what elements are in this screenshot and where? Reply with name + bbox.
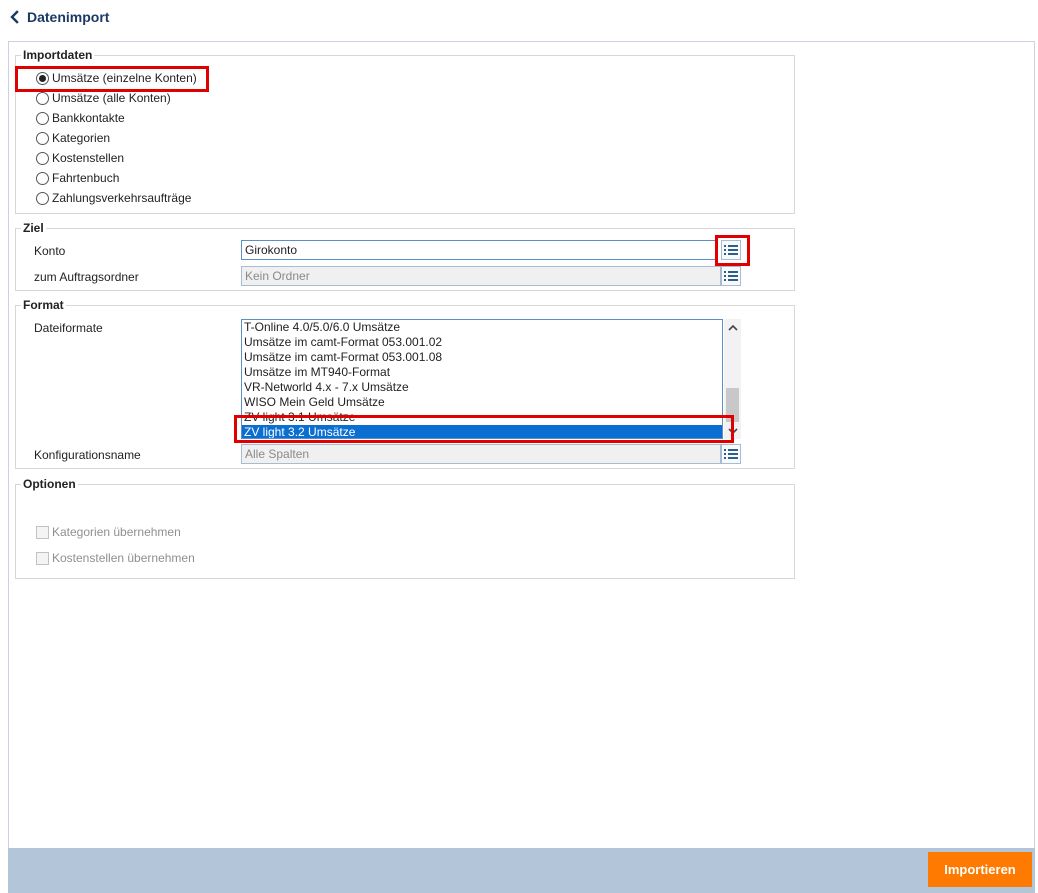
radio-label: Fahrtenbuch xyxy=(52,171,120,185)
kostenstellen-uebernehmen-checkbox-row[interactable]: Kostenstellen übernehmen xyxy=(36,549,195,567)
konfigurationsname-input[interactable]: Alle Spalten xyxy=(241,444,721,464)
import-button[interactable]: Importieren xyxy=(928,852,1032,887)
back-button[interactable]: Datenimport xyxy=(8,7,109,27)
list-item[interactable]: Umsätze im MT940-Format xyxy=(242,365,722,380)
konto-label: Konto xyxy=(34,244,66,258)
konfigurationsname-picker-button[interactable] xyxy=(721,444,741,464)
list-icon xyxy=(724,271,738,281)
auftragsordner-input[interactable]: Kein Ordner xyxy=(241,266,721,286)
dateiformate-listbox[interactable]: T-Online 4.0/5.0/6.0 Umsätze Umsätze im … xyxy=(241,319,723,439)
radio-label: Zahlungsverkehrsaufträge xyxy=(52,191,192,205)
scroll-up-button[interactable] xyxy=(724,319,741,336)
list-item[interactable]: ZV light 3.1 Umsätze xyxy=(242,410,722,425)
dateiformate-label: Dateiformate xyxy=(34,321,103,335)
format-legend: Format xyxy=(21,298,66,312)
importdaten-group: Importdaten Umsätze (einzelne Konten) Um… xyxy=(15,48,795,214)
checkbox-label: Kostenstellen übernehmen xyxy=(52,551,195,565)
scroll-down-button[interactable] xyxy=(724,422,741,439)
page-title: Datenimport xyxy=(27,9,110,25)
radio-label: Umsätze (alle Konten) xyxy=(52,91,171,105)
chevron-up-icon xyxy=(727,324,738,331)
radio-button[interactable] xyxy=(36,171,49,185)
importdaten-legend: Importdaten xyxy=(21,48,95,62)
radio-label: Umsätze (einzelne Konten) xyxy=(52,71,197,85)
listbox-scrollbar[interactable] xyxy=(724,319,741,439)
radio-zahlungsverkehrsauftraege[interactable]: Zahlungsverkehrsaufträge xyxy=(36,189,191,207)
chevron-down-icon xyxy=(727,427,738,434)
scroll-thumb[interactable] xyxy=(726,388,739,422)
checkbox[interactable] xyxy=(36,525,49,539)
radio-kostenstellen[interactable]: Kostenstellen xyxy=(36,149,124,167)
list-item[interactable]: VR-Networld 4.x - 7.x Umsätze xyxy=(242,380,722,395)
radio-kategorien[interactable]: Kategorien xyxy=(36,129,110,147)
auftragsordner-picker-button[interactable] xyxy=(721,266,741,286)
main-panel: Importdaten Umsätze (einzelne Konten) Um… xyxy=(8,41,1035,849)
radio-button[interactable] xyxy=(36,151,49,165)
list-item-selected[interactable]: ZV light 3.2 Umsätze xyxy=(242,425,722,438)
radio-umsaetze-alle-konten[interactable]: Umsätze (alle Konten) xyxy=(36,89,171,107)
list-icon xyxy=(724,449,738,459)
list-item[interactable]: T-Online 4.0/5.0/6.0 Umsätze xyxy=(242,320,722,335)
radio-fahrtenbuch[interactable]: Fahrtenbuch xyxy=(36,169,119,187)
radio-button[interactable] xyxy=(36,111,49,125)
radio-label: Kostenstellen xyxy=(52,151,125,165)
radio-button[interactable] xyxy=(36,131,49,145)
radio-bankkontakte[interactable]: Bankkontakte xyxy=(36,109,125,127)
list-item[interactable]: Umsätze im camt-Format 053.001.08 xyxy=(242,350,722,365)
list-icon xyxy=(724,245,738,255)
ziel-legend: Ziel xyxy=(21,221,46,235)
footer-bar: Importieren xyxy=(8,848,1035,893)
chevron-left-icon xyxy=(10,10,19,24)
list-item[interactable]: WISO Mein Geld Umsätze xyxy=(242,395,722,410)
radio-umsaetze-einzelne-konten[interactable]: Umsätze (einzelne Konten) xyxy=(36,69,197,87)
header: Datenimport xyxy=(0,0,1038,40)
list-item[interactable]: Umsätze im camt-Format 053.001.02 xyxy=(242,335,722,350)
auftragsordner-label: zum Auftragsordner xyxy=(34,270,139,284)
optionen-legend: Optionen xyxy=(21,477,78,491)
checkbox-label: Kategorien übernehmen xyxy=(52,525,181,539)
konfigurationsname-label: Konfigurationsname xyxy=(34,448,141,462)
radio-button[interactable] xyxy=(36,191,49,205)
optionen-group: Optionen Kategorien übernehmen Kostenste… xyxy=(15,477,795,579)
radio-label: Bankkontakte xyxy=(52,111,125,125)
konto-input[interactable]: Girokonto xyxy=(241,240,717,260)
kategorien-uebernehmen-checkbox-row[interactable]: Kategorien übernehmen xyxy=(36,523,181,541)
konto-picker-button[interactable] xyxy=(721,240,741,260)
radio-label: Kategorien xyxy=(52,131,111,145)
radio-button[interactable] xyxy=(36,71,49,85)
checkbox[interactable] xyxy=(36,551,49,565)
radio-button[interactable] xyxy=(36,91,49,105)
